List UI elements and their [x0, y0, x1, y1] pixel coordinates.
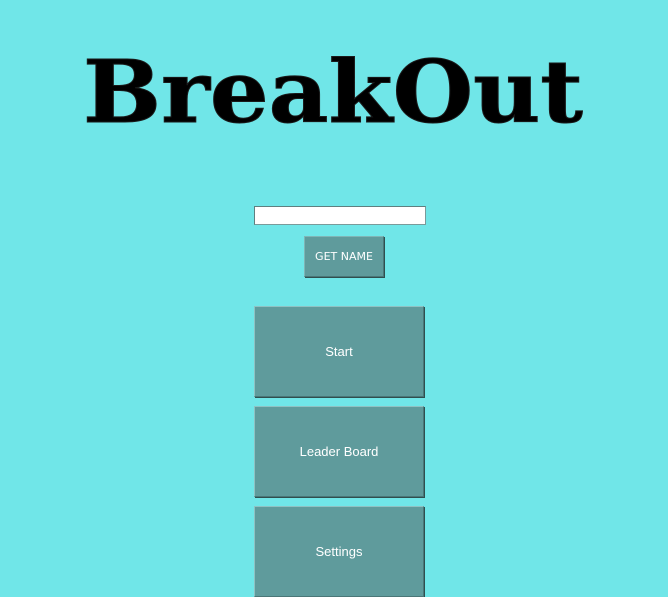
- player-name-input[interactable]: [254, 206, 426, 225]
- settings-button[interactable]: Settings: [254, 506, 424, 597]
- leader-board-button[interactable]: Leader Board: [254, 406, 424, 497]
- game-title-logo: BreakOut: [83, 50, 583, 132]
- get-name-button[interactable]: GET NAME: [304, 236, 384, 277]
- start-button[interactable]: Start: [254, 306, 424, 397]
- game-title-text: BreakOut: [83, 50, 583, 132]
